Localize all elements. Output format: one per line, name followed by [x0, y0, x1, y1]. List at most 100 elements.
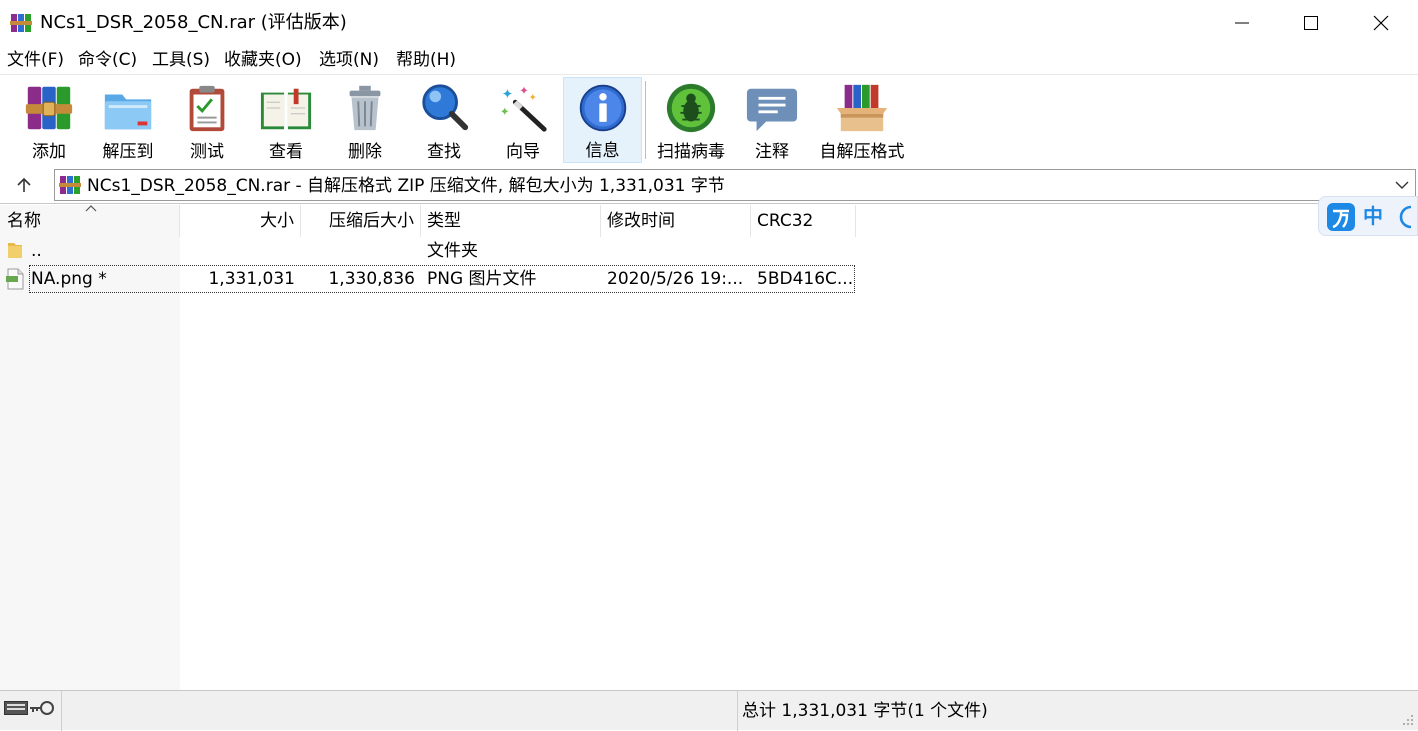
- books-add-icon: [25, 86, 73, 130]
- folder-extract-icon: [104, 94, 152, 130]
- column-type-label: 类型: [427, 211, 461, 231]
- menu-options[interactable]: 选项(N): [319, 49, 379, 71]
- status-icons: [0, 691, 62, 731]
- magnifier-icon: [422, 84, 469, 131]
- wizard-button[interactable]: ✦ ✦ ✦ ✦ 向导: [492, 77, 554, 163]
- title-bar: NCs1_DSR_2058_CN.rar (评估版本): [0, 0, 1418, 46]
- chevron-down-icon[interactable]: [1393, 176, 1411, 194]
- menu-help[interactable]: 帮助(H): [396, 49, 456, 71]
- ime-toolbar[interactable]: 中: [1318, 196, 1418, 236]
- add-button[interactable]: 添加: [12, 77, 86, 163]
- menu-tools[interactable]: 工具(S): [152, 49, 210, 71]
- ime-logo-icon[interactable]: [1327, 203, 1355, 231]
- resize-grip-icon[interactable]: [1400, 712, 1414, 726]
- row-name: ..: [31, 241, 42, 261]
- sfx-box-icon: [836, 84, 888, 132]
- sort-ascending-icon: [85, 205, 97, 212]
- svg-text:✦: ✦: [529, 92, 537, 103]
- info-icon: [579, 84, 626, 132]
- window-title: NCs1_DSR_2058_CN.rar (评估版本): [40, 12, 347, 33]
- status-selection-area: [62, 691, 738, 731]
- column-packed-label: 压缩后大小: [329, 211, 414, 231]
- extract-to-button[interactable]: 解压到: [94, 77, 162, 163]
- svg-text:✦: ✦: [500, 105, 510, 119]
- toolbar: 添加 解压到 测试 查看 删除 查找 ✦ ✦ ✦ ✦ 向导 信息 扫描病毒 注释…: [0, 74, 1418, 166]
- comment-button[interactable]: 注释: [742, 77, 802, 163]
- row-type: 文件夹: [427, 241, 478, 261]
- column-modified-header[interactable]: 修改时间: [601, 205, 751, 237]
- comment-label: 注释: [755, 142, 789, 162]
- png-file-icon: [6, 268, 24, 290]
- info-label: 信息: [585, 141, 620, 161]
- table-row[interactable]: NA.png * 1,331,031 1,330,836 PNG 图片文件 20…: [0, 265, 860, 293]
- keyboard-icon: [4, 701, 28, 715]
- svg-text:✦: ✦: [502, 86, 513, 102]
- menu-command[interactable]: 命令(C): [78, 49, 137, 71]
- close-button[interactable]: [1346, 0, 1416, 46]
- archive-icon: [59, 176, 81, 194]
- view-label: 查看: [269, 142, 303, 162]
- column-name-header[interactable]: 名称: [0, 205, 180, 237]
- info-button[interactable]: 信息: [563, 77, 642, 163]
- row-crc: 5BD416C...: [757, 269, 853, 289]
- winrar-app-icon: [10, 14, 32, 32]
- column-crc-label: CRC32: [757, 211, 814, 231]
- ime-mode[interactable]: 中: [1363, 203, 1383, 229]
- menu-file[interactable]: 文件(F): [7, 49, 64, 71]
- address-text: NCs1_DSR_2058_CN.rar - 自解压格式 ZIP 压缩文件, 解…: [87, 176, 725, 196]
- row-packed: 1,330,836: [328, 269, 415, 289]
- row-modified: 2020/5/26 19:...: [607, 269, 744, 289]
- column-type-header[interactable]: 类型: [421, 205, 601, 237]
- column-size-header[interactable]: 大小: [180, 205, 301, 237]
- file-list: 名称 大小 压缩后大小 类型 修改时间 CRC32 .. 文件夹 NA.png …: [0, 205, 1418, 690]
- column-size-label: 大小: [260, 211, 294, 231]
- wizard-label: 向导: [506, 142, 540, 162]
- delete-button[interactable]: 删除: [334, 77, 396, 163]
- column-modified-label: 修改时间: [607, 211, 675, 231]
- scan-virus-label: 扫描病毒: [657, 142, 725, 162]
- address-field[interactable]: NCs1_DSR_2058_CN.rar - 自解压格式 ZIP 压缩文件, 解…: [54, 169, 1416, 201]
- find-button[interactable]: 查找: [414, 77, 474, 163]
- test-button[interactable]: 测试: [176, 77, 238, 163]
- minimize-icon: [1235, 22, 1249, 24]
- moon-icon[interactable]: [1397, 205, 1417, 229]
- maximize-icon: [1304, 16, 1318, 30]
- close-icon: [1373, 15, 1389, 31]
- clipboard-check-icon: [189, 85, 225, 132]
- column-crc-header[interactable]: CRC32: [751, 205, 856, 237]
- find-label: 查找: [427, 142, 461, 162]
- maximize-button[interactable]: [1276, 0, 1346, 46]
- svg-text:✦: ✦: [519, 84, 529, 98]
- arrow-up-icon: [17, 177, 31, 192]
- comment-icon: [746, 88, 798, 132]
- view-button[interactable]: 查看: [254, 77, 318, 163]
- scan-virus-button[interactable]: 扫描病毒: [652, 77, 730, 163]
- open-book-icon: [260, 88, 312, 130]
- column-name-label: 名称: [7, 211, 41, 231]
- up-folder-button[interactable]: [10, 173, 38, 197]
- column-header: 名称 大小 压缩后大小 类型 修改时间 CRC32: [0, 205, 860, 237]
- row-name: NA.png *: [31, 269, 107, 289]
- address-bar: NCs1_DSR_2058_CN.rar - 自解压格式 ZIP 压缩文件, 解…: [0, 166, 1418, 204]
- folder-icon: [8, 243, 22, 258]
- test-label: 测试: [190, 142, 224, 162]
- add-label: 添加: [32, 142, 66, 162]
- winrar-window: NCs1_DSR_2058_CN.rar (评估版本) 文件(F) 命令(C) …: [0, 0, 1418, 731]
- sfx-label: 自解压格式: [819, 142, 905, 162]
- trash-can-icon: [349, 85, 381, 131]
- minimize-button[interactable]: [1207, 0, 1277, 46]
- table-row[interactable]: .. 文件夹: [0, 237, 860, 265]
- menu-favorites[interactable]: 收藏夹(O): [224, 49, 302, 71]
- menu-bar: 文件(F) 命令(C) 工具(S) 收藏夹(O) 选项(N) 帮助(H): [0, 46, 1418, 74]
- row-type: PNG 图片文件: [427, 269, 537, 289]
- status-summary: 总计 1,331,031 字节(1 个文件): [742, 701, 988, 721]
- row-size: 1,331,031: [208, 269, 295, 289]
- delete-label: 删除: [348, 142, 382, 162]
- toolbar-separator: [645, 81, 646, 159]
- key-icon: [30, 701, 54, 715]
- column-packed-header[interactable]: 压缩后大小: [301, 205, 421, 237]
- sfx-button[interactable]: 自解压格式: [815, 77, 909, 163]
- extract-to-label: 解压到: [102, 142, 154, 162]
- magic-wand-icon: ✦ ✦ ✦ ✦: [500, 84, 547, 132]
- status-bar: 总计 1,331,031 字节(1 个文件): [0, 690, 1418, 731]
